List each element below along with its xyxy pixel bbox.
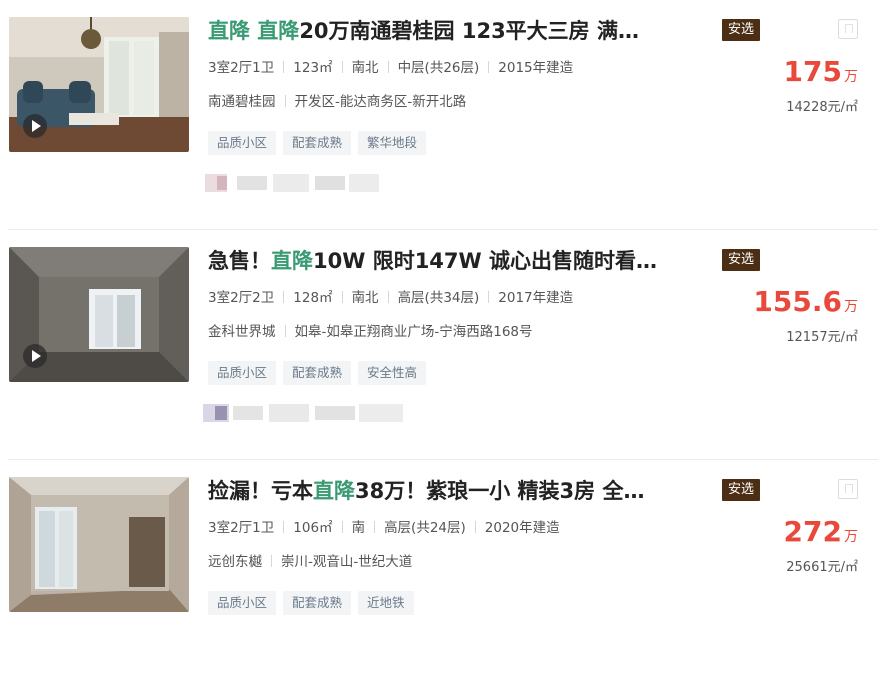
orientation: 南北 [351,290,379,306]
price-unit: 万 [844,299,858,315]
anxuan-badge: 安选 [722,249,760,271]
location-text: 开发区-能达商务区-新开北路 [294,94,467,110]
house-info: 3室2厅1卫 123㎡ 南北 中层(共26层) 2015年建造 [208,58,573,78]
address: 南通碧桂园 开发区-能达商务区-新开北路 [208,92,466,112]
total-price: 175 万 [784,52,858,92]
tag-list: 品质小区 配套成熟 安全性高 [208,361,433,385]
unit-price: 25661元/㎡ [786,560,858,575]
tag: 品质小区 [208,361,277,385]
area: 106㎡ [293,520,333,536]
price-unit: 万 [844,69,858,85]
price-value: 272 [783,515,842,548]
tag: 繁华地段 [358,131,427,155]
house-info: 3室2厅2卫 128㎡ 南北 高层(共34层) 2017年建造 [208,288,573,308]
favorite-icon[interactable] [838,19,858,39]
anxuan-badge: 安选 [722,19,760,41]
price-value: 155.6 [753,285,842,318]
build-year: 2015年建造 [498,60,574,76]
build-year: 2017年建造 [498,290,574,306]
area: 123㎡ [293,60,333,76]
layout: 3室2厅1卫 [208,520,275,536]
area: 128㎡ [293,290,333,306]
title-text: 20万南通碧桂园 123平大三房 满… [299,19,639,43]
title-text: 急售！ [208,249,271,273]
layout: 3室2厅1卫 [208,60,275,76]
unit-price: 14228元/㎡ [786,100,858,115]
tag-list: 品质小区 配套成熟 近地铁 [208,591,421,615]
community-link[interactable]: 远创东樾 [208,554,262,570]
listing-photo[interactable] [9,477,189,612]
blurred-agent-info [203,170,383,196]
tag: 近地铁 [358,591,414,615]
title-highlight: 直降 [271,249,313,273]
layout: 3室2厅2卫 [208,290,275,306]
title-text: 捡漏！亏本 [208,479,313,503]
tag: 安全性高 [358,361,427,385]
floor: 高层(共24层) [384,520,466,536]
total-price: 272 万 [784,512,858,552]
listing-title[interactable]: 捡漏！亏本直降38万！紫琅一小 精装3房 全… [208,474,708,508]
anxuan-badge: 安选 [722,479,760,501]
tag-list: 品质小区 配套成熟 繁华地段 [208,131,433,155]
community-link[interactable]: 金科世界城 [208,324,276,340]
price-unit: 万 [844,529,858,545]
listing-photo[interactable] [9,17,189,152]
unit-price: 12157元/㎡ [786,330,858,345]
tag: 配套成熟 [283,591,352,615]
tag: 配套成熟 [283,131,352,155]
price-value: 175 [783,55,842,88]
tag: 品质小区 [208,591,277,615]
favorite-icon[interactable] [838,479,858,499]
title-text: 10W 限时147W 诚心出售随时看… [313,249,658,273]
build-year: 2020年建造 [484,520,560,536]
orientation: 南北 [351,60,379,76]
tag: 配套成熟 [283,361,352,385]
location-text: 如皋-如皋正翔商业广场-宁海西路168号 [294,324,533,340]
community-link[interactable]: 南通碧桂园 [208,94,276,110]
address: 金科世界城 如皋-如皋正翔商业广场-宁海西路168号 [208,322,533,342]
house-info: 3室2厅1卫 106㎡ 南 高层(共24层) 2020年建造 [208,518,560,538]
listing-card-3[interactable]: 捡漏！亏本直降38万！紫琅一小 精装3房 全… 安选 3室2厅1卫 106㎡ 南 高层… [0,460,882,690]
floor: 高层(共34层) [397,290,480,306]
blurred-agent-info [203,400,403,426]
play-video-icon[interactable] [23,114,47,138]
listing-title[interactable]: 直降 直降20万南通碧桂园 123平大三房 满… [208,14,708,48]
listing-photo[interactable] [9,247,189,382]
play-video-icon[interactable] [23,344,47,368]
floor: 中层(共26层) [397,60,480,76]
title-text: 38万！紫琅一小 精装3房 全… [355,479,645,503]
tag: 品质小区 [208,131,277,155]
listing-card-1[interactable]: 直降 直降20万南通碧桂园 123平大三房 满… 安选 3室2厅1卫 123㎡ 南北… [0,0,882,230]
location-text: 崇川-观音山-世纪大道 [281,554,413,570]
orientation: 南 [351,520,366,536]
total-price: 155.6 万 [753,282,858,322]
listing-title[interactable]: 急售！直降10W 限时147W 诚心出售随时看… [208,244,708,278]
title-highlight: 直降 直降 [208,19,300,43]
address: 远创东樾 崇川-观音山-世纪大道 [208,552,412,572]
listing-card-2[interactable]: 急售！直降10W 限时147W 诚心出售随时看… 安选 3室2厅2卫 128㎡ 南北… [0,230,882,460]
title-highlight: 直降 [313,479,355,503]
